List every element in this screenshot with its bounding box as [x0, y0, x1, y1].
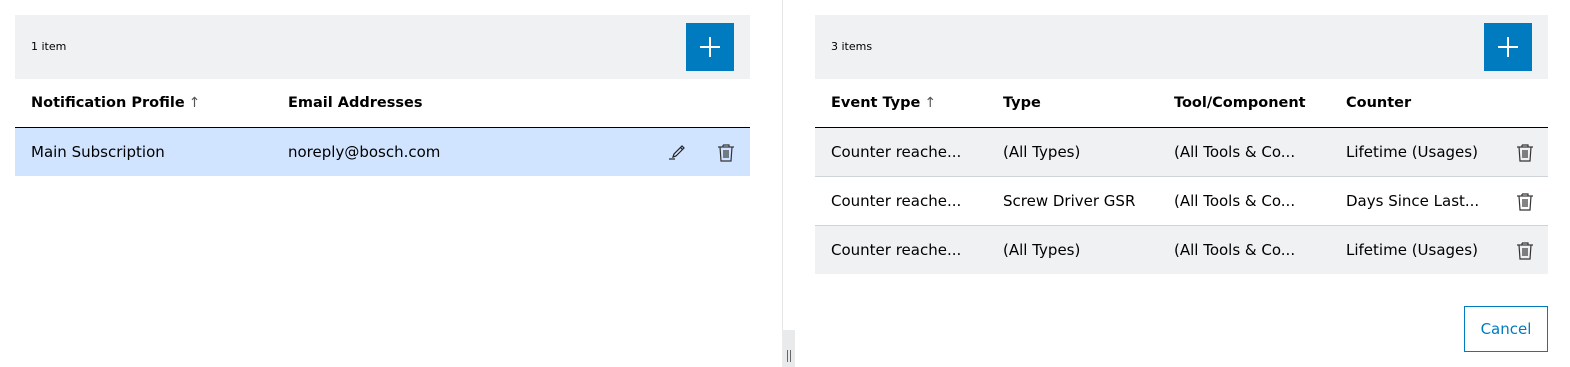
delete-icon[interactable] — [1514, 141, 1536, 163]
events-item-count: 3 items — [831, 40, 873, 53]
cell-event-type: Counter reache... — [831, 143, 962, 161]
cell-event-type: Counter reache... — [831, 241, 962, 259]
events-table-header: Event Type ↑ Type Tool/Component Counter — [815, 79, 1548, 128]
profiles-table-header: Notification Profile ↑ Email Addresses — [15, 79, 750, 128]
table-row[interactable]: Main Subscription noreply@bosch.com — [15, 128, 750, 176]
table-row[interactable]: Counter reache... Screw Driver GSR (All … — [815, 177, 1548, 226]
cell-type: (All Types) — [1003, 241, 1081, 259]
column-header-event-type[interactable]: Event Type ↑ — [831, 95, 936, 111]
cell-tool-component: (All Tools & Co... — [1174, 192, 1296, 210]
notification-profiles-panel: 1 item Notification Profile ↑ Email Addre… — [15, 15, 750, 176]
cell-counter: Days Since Last... — [1346, 192, 1480, 210]
cell-event-type: Counter reache... — [831, 192, 962, 210]
panel-splitter-handle[interactable] — [782, 330, 795, 367]
cell-type: (All Types) — [1003, 143, 1081, 161]
column-header-tool-component[interactable]: Tool/Component — [1174, 95, 1306, 111]
cell-counter: Lifetime (Usages) — [1346, 143, 1478, 161]
column-header-notification-profile[interactable]: Notification Profile ↑ — [31, 95, 200, 111]
cell-type: Screw Driver GSR — [1003, 192, 1136, 210]
events-toolbar: 3 items — [815, 15, 1548, 79]
sort-ascending-icon: ↑ — [188, 95, 201, 111]
edit-icon[interactable] — [666, 141, 688, 163]
column-header-email-addresses[interactable]: Email Addresses — [288, 95, 422, 111]
add-event-button[interactable] — [1484, 23, 1532, 71]
cancel-button[interactable]: Cancel — [1464, 306, 1548, 352]
sort-ascending-icon: ↑ — [924, 95, 937, 111]
event-subscriptions-panel: 3 items Event Type ↑ Type Tool/Component … — [815, 15, 1548, 274]
table-row[interactable]: Counter reache... (All Types) (All Tools… — [815, 128, 1548, 177]
cell-counter: Lifetime (Usages) — [1346, 241, 1478, 259]
profiles-item-count: 1 item — [31, 40, 67, 53]
delete-icon[interactable] — [1514, 239, 1536, 261]
add-profile-button[interactable] — [686, 23, 734, 71]
delete-icon[interactable] — [715, 141, 737, 163]
table-row[interactable]: Counter reache... (All Types) (All Tools… — [815, 226, 1548, 274]
cell-email-addresses: noreply@bosch.com — [288, 143, 441, 161]
panel-divider — [782, 0, 783, 367]
column-header-type[interactable]: Type — [1003, 95, 1041, 111]
column-header-counter[interactable]: Counter — [1346, 95, 1411, 111]
delete-icon[interactable] — [1514, 190, 1536, 212]
cell-tool-component: (All Tools & Co... — [1174, 143, 1296, 161]
cell-tool-component: (All Tools & Co... — [1174, 241, 1296, 259]
profiles-toolbar: 1 item — [15, 15, 750, 79]
cell-notification-profile: Main Subscription — [31, 143, 165, 161]
